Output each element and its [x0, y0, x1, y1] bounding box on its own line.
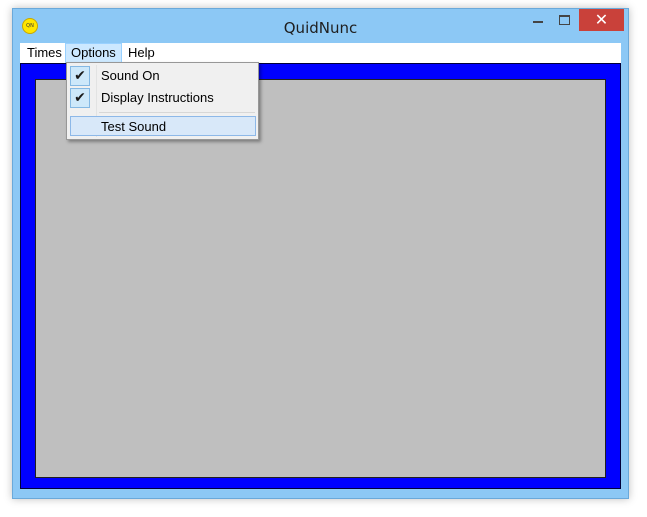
menu-item-label: Display Instructions [101, 90, 214, 105]
menu-item-test-sound[interactable]: Test Sound [70, 116, 256, 136]
menu-options[interactable]: Options [65, 43, 122, 63]
menu-item-display-instructions[interactable]: ✔ Display Instructions [69, 87, 256, 109]
title-bar[interactable]: QN QuidNunc ✕ [13, 9, 628, 44]
maximize-icon [559, 15, 570, 25]
close-icon: ✕ [594, 10, 609, 29]
menu-item-sound-on[interactable]: ✔ Sound On [69, 65, 256, 87]
menu-separator [99, 112, 255, 113]
checkmark-icon: ✔ [70, 88, 90, 108]
menu-times[interactable]: Times [22, 43, 64, 63]
checkmark-icon: ✔ [70, 66, 90, 86]
menu-bar: Times Options Help [20, 43, 621, 63]
menu-help[interactable]: Help [123, 43, 161, 63]
menu-item-label: Sound On [101, 68, 160, 83]
close-button[interactable]: ✕ [579, 9, 624, 31]
maximize-button[interactable] [551, 9, 578, 31]
menu-item-label: Test Sound [101, 119, 167, 134]
minimize-icon [533, 21, 543, 23]
options-dropdown-menu: ✔ Sound On ✔ Display Instructions Test S… [66, 62, 259, 140]
minimize-button[interactable] [525, 9, 551, 31]
